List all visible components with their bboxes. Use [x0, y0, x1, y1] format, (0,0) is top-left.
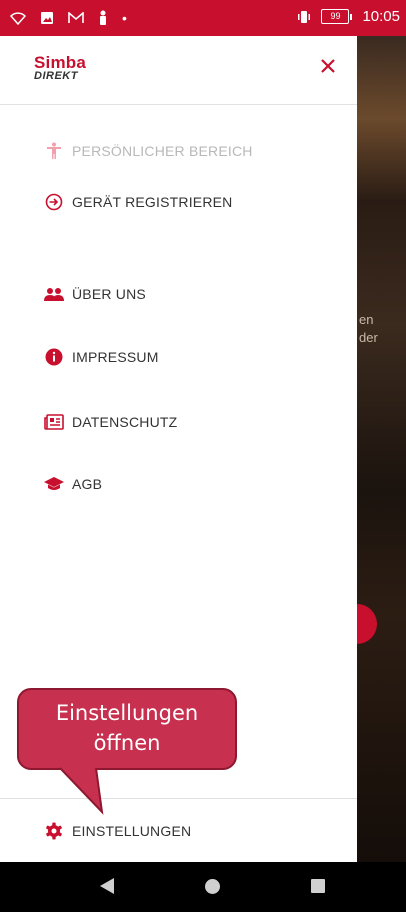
menu-item-agb[interactable]: AGB — [44, 472, 102, 496]
background-text-1: en — [359, 312, 374, 327]
image-icon — [41, 12, 53, 24]
dot-icon: • — [122, 10, 127, 26]
person-accessibility-icon — [44, 141, 64, 161]
menu-item-label: PERSÖNLICHER BEREICH — [72, 143, 253, 159]
menu-item-einstellungen[interactable]: EINSTELLUNGEN — [44, 819, 191, 843]
sign-in-icon — [44, 192, 64, 212]
home-button[interactable] — [205, 879, 220, 894]
simba-direkt-logo: Simba DIREKT — [34, 54, 86, 82]
status-bar: • 99 10:05 — [0, 0, 406, 36]
menu-item-impressum[interactable]: IMPRESSUM — [44, 345, 159, 369]
background-text-2: der — [359, 330, 378, 345]
callout-line-1: Einstellungen — [55, 701, 199, 725]
vibrate-icon — [298, 10, 311, 23]
drawer-footer: EINSTELLUNGEN — [0, 798, 357, 863]
menu-item-label: DATENSCHUTZ — [72, 414, 178, 430]
gmail-icon — [68, 12, 84, 23]
menu-item-label: ÜBER UNS — [72, 286, 146, 302]
logo-line-2: DIREKT — [34, 70, 78, 82]
logo-line-1: Simba — [34, 53, 87, 72]
recents-button[interactable] — [311, 879, 325, 893]
drawer-header: Simba DIREKT — [0, 36, 357, 105]
android-nav-bar — [0, 862, 406, 912]
menu-item-label: AGB — [72, 476, 103, 492]
newspaper-icon — [44, 412, 64, 432]
person-icon — [100, 10, 106, 25]
callout-line-2: öffnen — [93, 731, 161, 755]
background-content: en der — [337, 36, 406, 862]
menu-item-persoenlicher-bereich[interactable]: PERSÖNLICHER BEREICH — [44, 139, 253, 163]
menu-item-label: IMPRESSUM — [72, 349, 159, 365]
menu-item-label: GERÄT REGISTRIEREN — [72, 194, 233, 210]
back-button[interactable] — [100, 878, 114, 894]
callout-tail — [60, 767, 104, 815]
gear-icon — [44, 821, 64, 841]
wifi-icon — [10, 12, 26, 25]
close-icon — [321, 59, 335, 73]
tooltip-callout: Einstellungen öffnen — [17, 688, 237, 770]
users-icon — [44, 284, 64, 304]
battery-level: 99 — [321, 9, 350, 24]
battery-icon: 99 — [321, 9, 353, 24]
graduation-cap-icon — [44, 474, 64, 494]
close-button[interactable] — [316, 56, 340, 80]
clock: 10:05 — [362, 8, 400, 25]
info-icon — [44, 347, 64, 367]
menu-item-datenschutz[interactable]: DATENSCHUTZ — [44, 410, 177, 434]
menu-item-ueber-uns[interactable]: ÜBER UNS — [44, 282, 146, 306]
menu-item-geraet-registrieren[interactable]: GERÄT REGISTRIEREN — [44, 190, 232, 214]
menu-item-label: EINSTELLUNGEN — [72, 823, 192, 839]
